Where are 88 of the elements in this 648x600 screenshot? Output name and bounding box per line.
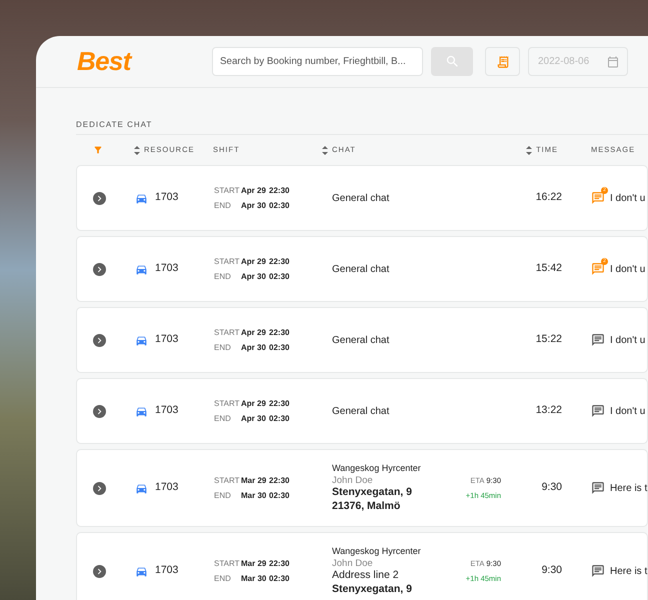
chat-row-card[interactable]: 1703 START Apr 29 22:30 END Apr 30 02:30 General chat 13:22 I don't u — [76, 378, 648, 444]
expand-button[interactable] — [92, 482, 106, 494]
end-label: END — [214, 342, 232, 354]
expand-button[interactable] — [92, 334, 106, 346]
time-text: 13:22 — [536, 403, 562, 418]
car-icon — [135, 334, 148, 346]
chat-title: General chat — [332, 192, 390, 206]
end-time: 02:30 — [269, 342, 290, 354]
start-label: START — [214, 326, 240, 338]
company-name: Wangeskog Hyrcenter — [332, 546, 422, 558]
address-line: Stenyxegatan, 9 — [332, 582, 413, 596]
start-date: Mar 29 — [241, 558, 268, 570]
start-date: Mar 29 — [241, 474, 268, 486]
start-date: Apr 29 — [241, 184, 267, 196]
end-time: 02:30 — [269, 270, 290, 282]
document-icon — [496, 54, 510, 68]
resource-number: 1703 — [155, 261, 178, 276]
start-date: Apr 29 — [241, 256, 267, 268]
resource-number: 1703 — [155, 332, 178, 348]
expand-button[interactable] — [92, 564, 106, 578]
car-icon — [135, 404, 148, 418]
message-preview: I don't u — [610, 262, 646, 276]
search-icon — [444, 54, 460, 69]
search-field[interactable]: Search by Booking number, Frieghtbill, B... — [212, 47, 423, 76]
start-time: 22:30 — [269, 558, 290, 570]
expand-button[interactable] — [92, 404, 106, 418]
start-label: START — [214, 184, 240, 196]
start-label: START — [214, 474, 240, 486]
end-label: END — [214, 270, 232, 282]
car-icon — [135, 564, 148, 578]
sort-icon[interactable] — [322, 146, 328, 154]
start-time: 22:30 — [269, 326, 290, 338]
end-date: Apr 30 — [241, 412, 267, 424]
message-preview: Here is t — [610, 564, 648, 578]
start-date: Apr 29 — [241, 326, 267, 338]
section-title: DEDICATE CHAT — [76, 119, 648, 135]
end-date: Apr 30 — [241, 270, 267, 282]
end-date: Apr 30 — [241, 200, 267, 212]
chat-row-card[interactable]: 1703 START Apr 29 22:30 END Apr 30 02:30 General chat 15:22 I don't u — [76, 307, 648, 373]
start-time: 22:30 — [269, 474, 290, 486]
message-preview: I don't u — [610, 192, 646, 206]
expand-button[interactable] — [92, 262, 106, 276]
chat-title: General chat — [332, 404, 390, 418]
message-preview: I don't u — [610, 334, 646, 348]
time-text: 15:42 — [536, 261, 562, 276]
address-line: Stenyxegatan, 9 — [332, 486, 413, 500]
contact-name: John Doe — [332, 558, 374, 570]
car-icon — [135, 262, 148, 276]
address-line: 21376, Malmö — [332, 500, 402, 513]
end-date: Apr 30 — [241, 342, 267, 354]
sort-icon[interactable] — [134, 146, 140, 154]
end-label: END — [214, 572, 232, 584]
start-label: START — [214, 256, 240, 268]
start-label: START — [214, 398, 240, 410]
chat-title: General chat — [332, 334, 390, 348]
chat-title: General chat — [332, 262, 390, 276]
end-label: END — [214, 412, 232, 424]
start-time: 22:30 — [269, 398, 290, 410]
resource-number: 1703 — [155, 563, 178, 578]
end-time: 02:30 — [269, 490, 290, 502]
company-name: Wangeskog Hyrcenter — [332, 463, 422, 475]
car-icon — [135, 192, 148, 204]
time-text: 9:30 — [542, 563, 562, 578]
resource-number: 1703 — [155, 403, 178, 418]
expand-button[interactable] — [92, 192, 106, 204]
time-text: 16:22 — [536, 190, 562, 206]
resource-number: 1703 — [155, 190, 178, 206]
start-time: 22:30 — [269, 184, 290, 196]
resource-number: 1703 — [155, 480, 178, 496]
start-time: 22:30 — [269, 256, 290, 268]
car-icon — [135, 482, 148, 494]
start-date: Apr 29 — [241, 398, 267, 410]
end-label: END — [214, 490, 232, 502]
end-time: 02:30 — [269, 572, 290, 584]
time-text: 9:30 — [542, 480, 562, 496]
address-line: Address line 2 — [332, 569, 400, 583]
message-preview: Here is t — [610, 482, 648, 496]
sort-icon[interactable] — [526, 146, 532, 154]
end-time: 02:30 — [269, 200, 290, 212]
message-preview: I don't u — [610, 404, 646, 418]
start-label: START — [214, 558, 240, 570]
end-label: END — [214, 200, 232, 212]
time-text: 15:22 — [536, 332, 562, 348]
date-field[interactable]: 2022-08-06 — [528, 47, 628, 76]
end-date: Mar 30 — [241, 490, 268, 502]
end-time: 02:30 — [269, 412, 290, 424]
contact-name: John Doe — [332, 474, 374, 486]
end-date: Mar 30 — [241, 572, 268, 584]
